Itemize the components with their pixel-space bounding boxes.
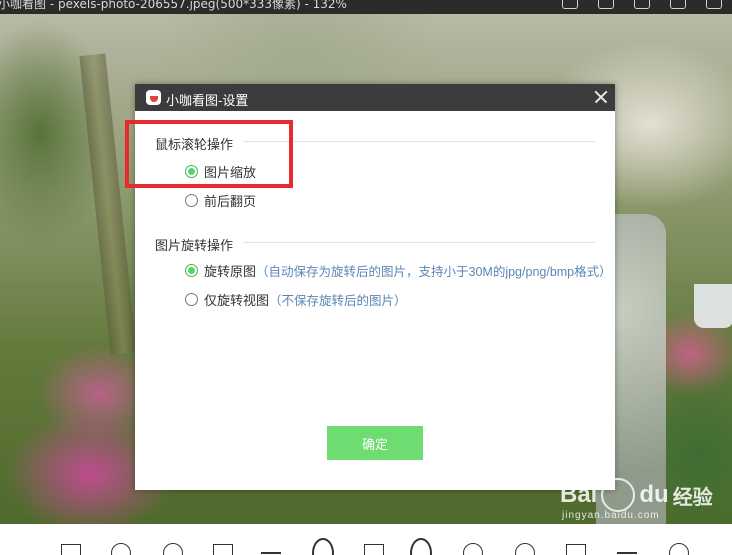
close-icon[interactable] [591, 87, 611, 107]
fit-screen-icon[interactable] [212, 542, 234, 555]
slideshow-icon[interactable] [363, 542, 385, 555]
dialog-title: 小咖看图-设置 [166, 93, 249, 108]
prev-arrow-icon[interactable] [312, 538, 334, 555]
photo-hanging-basket [694, 284, 732, 328]
radio-rotate-view-only[interactable]: 仅旋转视图 （不保存旋转后的图片） [185, 290, 407, 309]
radio-label: 前后翻页 [204, 194, 257, 209]
annotation-highlight-box [125, 120, 293, 188]
radio-page-turn[interactable]: 前后翻页 [185, 191, 256, 210]
photo-palm-trunk [79, 53, 137, 355]
watermark-jingyan: 经验 [672, 486, 713, 509]
baidu-watermark: Bai du 经验 jingyan.baidu.com [560, 478, 713, 521]
ok-button[interactable]: 确定 [327, 426, 423, 460]
radio-unchecked-icon[interactable] [185, 293, 198, 306]
bottom-toolbar [0, 524, 732, 555]
radio-label: 仅旋转视图 [204, 293, 270, 308]
baidu-paw-icon [601, 478, 636, 512]
watermark-brand: Bai [560, 481, 598, 508]
settings-gear-icon[interactable] [660, 0, 696, 10]
rotate-left-icon[interactable] [514, 542, 536, 555]
radio-hint: （自动保存为旋转后的图片，支持小于30M的jpg/png/bmp格式） [256, 265, 612, 279]
divider [243, 141, 595, 142]
section-heading-rotate: 图片旋转操作 [155, 238, 234, 253]
image-icon[interactable] [60, 542, 82, 555]
rotate-right-icon[interactable] [462, 542, 484, 555]
print-icon[interactable] [588, 0, 624, 10]
radio-checked-icon[interactable] [185, 264, 198, 277]
delete-icon[interactable] [565, 542, 587, 555]
radio-label: 旋转原图 [204, 264, 257, 279]
info-icon[interactable] [668, 542, 690, 555]
export-icon[interactable] [552, 0, 588, 10]
zoom-in-icon[interactable] [110, 542, 132, 555]
window-restore-icon[interactable] [696, 0, 732, 10]
dialog-title-bar[interactable]: 小咖看图-设置 [135, 84, 615, 111]
divider [243, 242, 595, 243]
share-icon[interactable] [624, 0, 660, 10]
window-title: 小咖看图 - pexels-photo-206557.jpeg(500*333像… [0, 0, 347, 11]
app-logo-icon [146, 90, 161, 105]
radio-unchecked-icon[interactable] [185, 194, 198, 207]
zoom-out-icon[interactable] [162, 542, 184, 555]
watermark-url: jingyan.baidu.com [562, 510, 660, 521]
top-toolbar [552, 0, 732, 10]
radio-hint: （不保存旋转后的图片） [269, 294, 407, 308]
watermark-brand-2: du [639, 481, 669, 508]
menu-icon[interactable] [616, 542, 638, 555]
next-arrow-icon[interactable] [410, 538, 432, 555]
radio-rotate-original[interactable]: 旋转原图 （自动保存为旋转后的图片，支持小于30M的jpg/png/bmp格式） [185, 261, 612, 280]
viewer-title-bar: 小咖看图 - pexels-photo-206557.jpeg(500*333像… [0, 0, 732, 14]
fullscreen-icon[interactable] [260, 542, 282, 555]
